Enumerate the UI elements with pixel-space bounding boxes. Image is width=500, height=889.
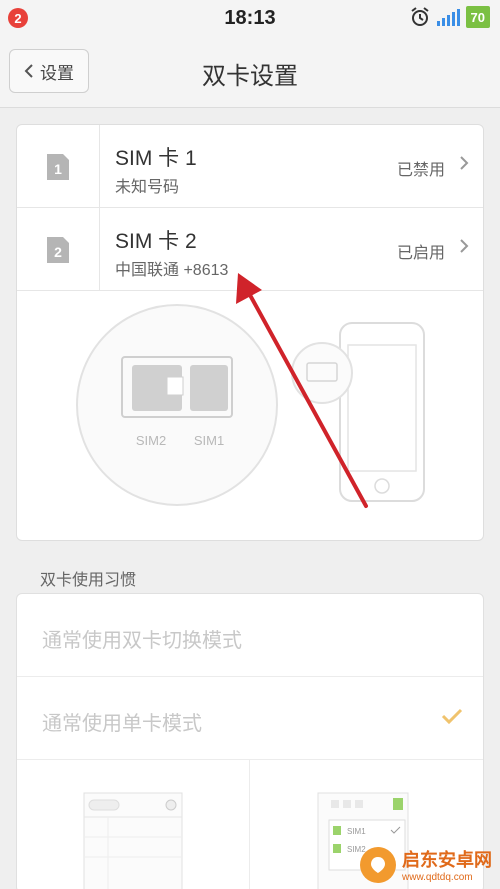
watermark-url: www.qdtdq.com — [402, 872, 473, 883]
sim-card-number: 未知号码 — [115, 179, 180, 196]
sim-slot-badge: 1 — [54, 161, 62, 177]
sim-slot-badge: 2 — [54, 244, 62, 260]
sim-card-status: 已禁用 — [396, 162, 445, 179]
mode-option-dual-switch[interactable]: 通常使用双卡切换模式 — [17, 594, 483, 677]
usage-mode-list: 通常使用双卡切换模式 通常使用单卡模式 SIM1 SIM2 — [16, 593, 484, 889]
alarm-icon — [410, 7, 429, 26]
mode-option-label: 通常使用单卡模式 — [42, 713, 202, 735]
checkmark-icon — [441, 708, 463, 725]
signal-icon — [436, 8, 460, 26]
title-bar: 设置 双卡设置 — [0, 36, 500, 108]
watermark-text: 启东安卓网 — [402, 850, 492, 870]
status-icons: 70 — [409, 6, 490, 28]
sim-card-icon: 2 — [47, 236, 69, 263]
sim-card-status: 已启用 — [396, 245, 445, 262]
chevron-right-icon — [460, 156, 469, 170]
notification-badge: 2 — [8, 8, 28, 28]
slot-label-sim1: SIM1 — [194, 433, 224, 448]
sim-card-name: SIM 卡 2 — [115, 230, 197, 253]
sim-card-1-row[interactable]: 1 SIM 卡 1 未知号码 已禁用 — [17, 125, 483, 208]
dual-switch-preview — [83, 792, 183, 889]
sim-card-number: 中国联通 +8613 — [115, 262, 229, 279]
sim-card-name: SIM 卡 1 — [115, 147, 197, 170]
watermark-logo-icon — [360, 846, 396, 883]
slot-label-sim2: SIM2 — [136, 433, 166, 448]
sim-card-2-row[interactable]: 2 SIM 卡 2 中国联通 +8613 已启用 — [17, 208, 483, 291]
chevron-right-icon — [460, 239, 469, 253]
status-bar: 2 18:13 70 — [0, 0, 500, 36]
page-title: 双卡设置 — [202, 63, 298, 90]
site-watermark: 启东安卓网 www.qdtdq.com — [360, 846, 492, 883]
battery-icon: 70 — [465, 6, 490, 28]
mode-option-single[interactable]: 通常使用单卡模式 — [17, 677, 483, 760]
sim-card-panel: 1 SIM 卡 1 未知号码 已禁用 2 SIM 卡 2 中国联通 +8613 … — [16, 124, 484, 541]
sim-card-icon: 1 — [47, 153, 69, 180]
preview-sim1-label: SIM1 — [347, 827, 366, 836]
clock: 18:13 — [224, 6, 276, 29]
sim-tray-illustration: SIM2 SIM1 — [76, 304, 425, 506]
mode-option-label: 通常使用双卡切换模式 — [42, 630, 242, 652]
section-title: 双卡使用习惯 — [40, 572, 137, 589]
